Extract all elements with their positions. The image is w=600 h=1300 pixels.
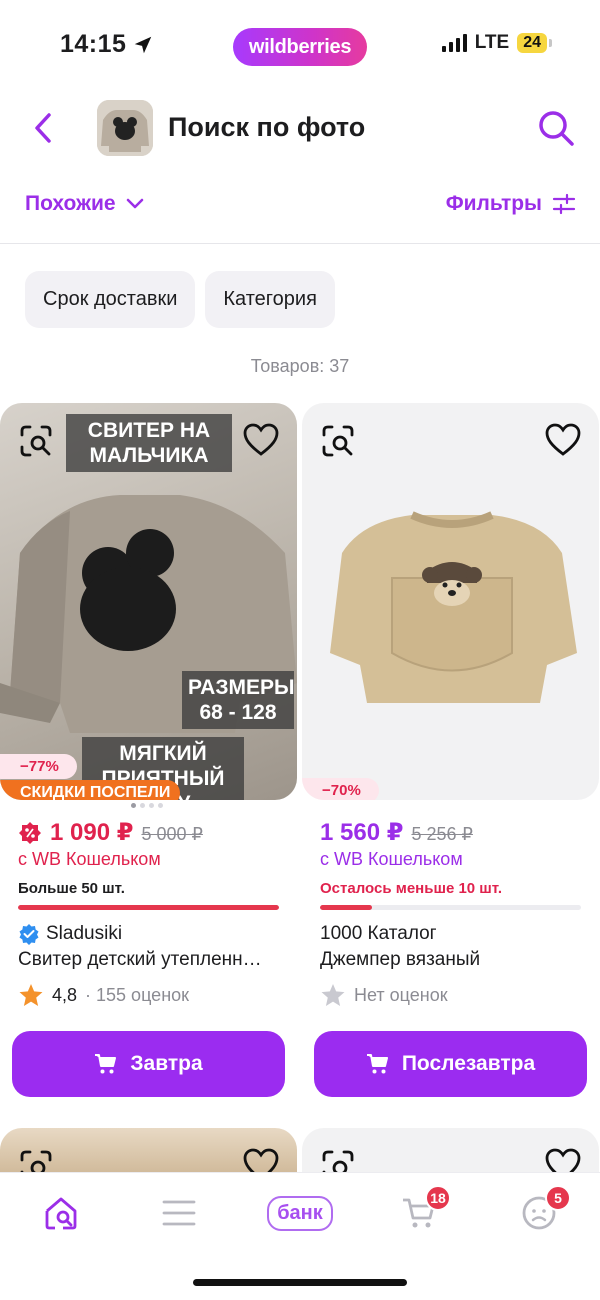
image-search-icon bbox=[20, 425, 52, 457]
image-search-icon bbox=[322, 425, 354, 457]
search-icon bbox=[539, 111, 574, 146]
seller[interactable]: Sladusiki bbox=[18, 923, 122, 945]
sort-dropdown[interactable]: Похожие bbox=[25, 192, 144, 216]
status-indicators: LTE 24 bbox=[441, 32, 552, 54]
price-row: 1 090 ₽ 5 000 ₽ bbox=[18, 818, 203, 847]
rating: Нет оценок bbox=[320, 983, 448, 1007]
tab-profile[interactable]: 5 bbox=[509, 1185, 571, 1235]
chevron-left-icon bbox=[35, 113, 51, 143]
battery-icon: 24 bbox=[517, 33, 552, 53]
sweater-image bbox=[330, 511, 577, 703]
tab-home[interactable] bbox=[31, 1191, 91, 1235]
old-price: 5 000 ₽ bbox=[141, 824, 203, 844]
price: 1 090 ₽ bbox=[50, 819, 134, 846]
favorite-button[interactable] bbox=[545, 423, 581, 457]
brand-logo: wildberries bbox=[233, 28, 367, 66]
seller[interactable]: 1000 Каталог bbox=[320, 923, 437, 945]
location-arrow-icon bbox=[135, 36, 152, 53]
rating: 4,8 · 155 оценок bbox=[18, 983, 189, 1007]
favorite-button[interactable] bbox=[243, 423, 279, 457]
promo-badge: СКИДКИ ПОСПЕЛИ bbox=[0, 780, 181, 800]
rating-value: 4,8 bbox=[52, 984, 78, 1005]
home-indicator bbox=[193, 1279, 407, 1286]
product-name: Свитер детский утепленн… bbox=[18, 949, 262, 970]
star-icon bbox=[321, 984, 345, 1006]
back-button[interactable] bbox=[28, 108, 58, 148]
photo-caption-top: СВИТЕР НА МАЛЬЧИКА bbox=[66, 414, 232, 473]
wallet-note: с WB Кошельком bbox=[18, 849, 161, 869]
photo-caption-sizes: РАЗМЕРЫ 68 - 128 bbox=[182, 671, 295, 730]
add-to-cart-button[interactable]: Послезавтра bbox=[314, 1031, 587, 1097]
chevron-down-icon bbox=[126, 198, 143, 209]
product-card[interactable]: СВИТЕР НА МАЛЬЧИКА РАЗМЕРЫ 68 - 128 МЯГК… bbox=[0, 403, 297, 1103]
cart-icon bbox=[95, 1054, 117, 1074]
no-ratings-label: Нет оценок bbox=[354, 984, 448, 1005]
product-photo[interactable]: −70% bbox=[302, 403, 599, 800]
stock-bar-fill bbox=[18, 905, 279, 910]
profile-badge: 5 bbox=[545, 1185, 571, 1211]
tab-catalog[interactable] bbox=[149, 1191, 209, 1235]
header: Поиск по фото bbox=[0, 92, 600, 164]
tab-cart[interactable]: 18 bbox=[389, 1185, 451, 1235]
product-name: Джемпер вязаный bbox=[320, 949, 481, 970]
add-to-cart-button[interactable]: Завтра bbox=[12, 1031, 285, 1097]
status-time: 14:15 bbox=[60, 30, 154, 59]
star-icon bbox=[19, 984, 43, 1006]
discount-badge: −77% bbox=[0, 754, 77, 779]
results-count: Товаров: 37 bbox=[250, 356, 350, 376]
sort-filter-toolbar: Похожие Фильтры bbox=[0, 180, 600, 244]
page-title: Поиск по фото bbox=[168, 112, 366, 142]
menu-icon bbox=[162, 1200, 196, 1226]
reviews-count: · 155 оценок bbox=[85, 984, 190, 1005]
search-button[interactable] bbox=[534, 106, 578, 150]
signal-icon bbox=[441, 34, 467, 52]
price-row: 1 560 ₽ 5 256 ₽ bbox=[320, 818, 473, 847]
sweater-thumbnail-image bbox=[97, 100, 153, 156]
price: 1 560 ₽ bbox=[320, 819, 404, 846]
old-price: 5 256 ₽ bbox=[411, 824, 473, 844]
verified-badge-icon bbox=[19, 924, 39, 945]
stock-bar bbox=[320, 905, 581, 910]
photo-pager-dots bbox=[131, 803, 163, 808]
photo-search-icon[interactable] bbox=[18, 423, 54, 459]
filter-chips: Срок доставки Категория bbox=[25, 271, 335, 328]
filters-button[interactable]: Фильтры bbox=[446, 192, 576, 216]
filters-icon bbox=[552, 193, 576, 215]
wallet-note: с WB Кошельком bbox=[320, 849, 463, 869]
stock-label: Осталось меньше 10 шт. bbox=[320, 880, 503, 897]
product-card[interactable]: −70% 1 560 ₽ 5 256 ₽ с WB Кошельком Оста… bbox=[302, 403, 599, 1103]
stock-bar-fill bbox=[320, 905, 373, 910]
discount-badge: −70% bbox=[302, 778, 379, 800]
status-bar: 14:15 wildberries LTE 24 bbox=[0, 0, 600, 90]
chip-delivery-time[interactable]: Срок доставки bbox=[25, 271, 196, 328]
cart-badge: 18 bbox=[425, 1185, 451, 1211]
photo-search-icon[interactable] bbox=[320, 423, 356, 459]
stock-bar bbox=[18, 905, 279, 910]
chip-category[interactable]: Категория bbox=[205, 271, 335, 328]
search-photo-thumbnail[interactable] bbox=[97, 100, 153, 156]
sale-tag-icon bbox=[19, 821, 41, 844]
heart-icon bbox=[545, 423, 581, 456]
tab-bank[interactable]: банк bbox=[260, 1191, 340, 1235]
network-type: LTE bbox=[474, 32, 510, 53]
product-photo[interactable]: СВИТЕР НА МАЛЬЧИКА РАЗМЕРЫ 68 - 128 МЯГК… bbox=[0, 403, 297, 800]
home-search-icon bbox=[45, 1197, 77, 1230]
cart-icon bbox=[366, 1054, 388, 1074]
heart-icon bbox=[243, 423, 279, 456]
stock-label: Больше 50 шт. bbox=[18, 880, 125, 897]
